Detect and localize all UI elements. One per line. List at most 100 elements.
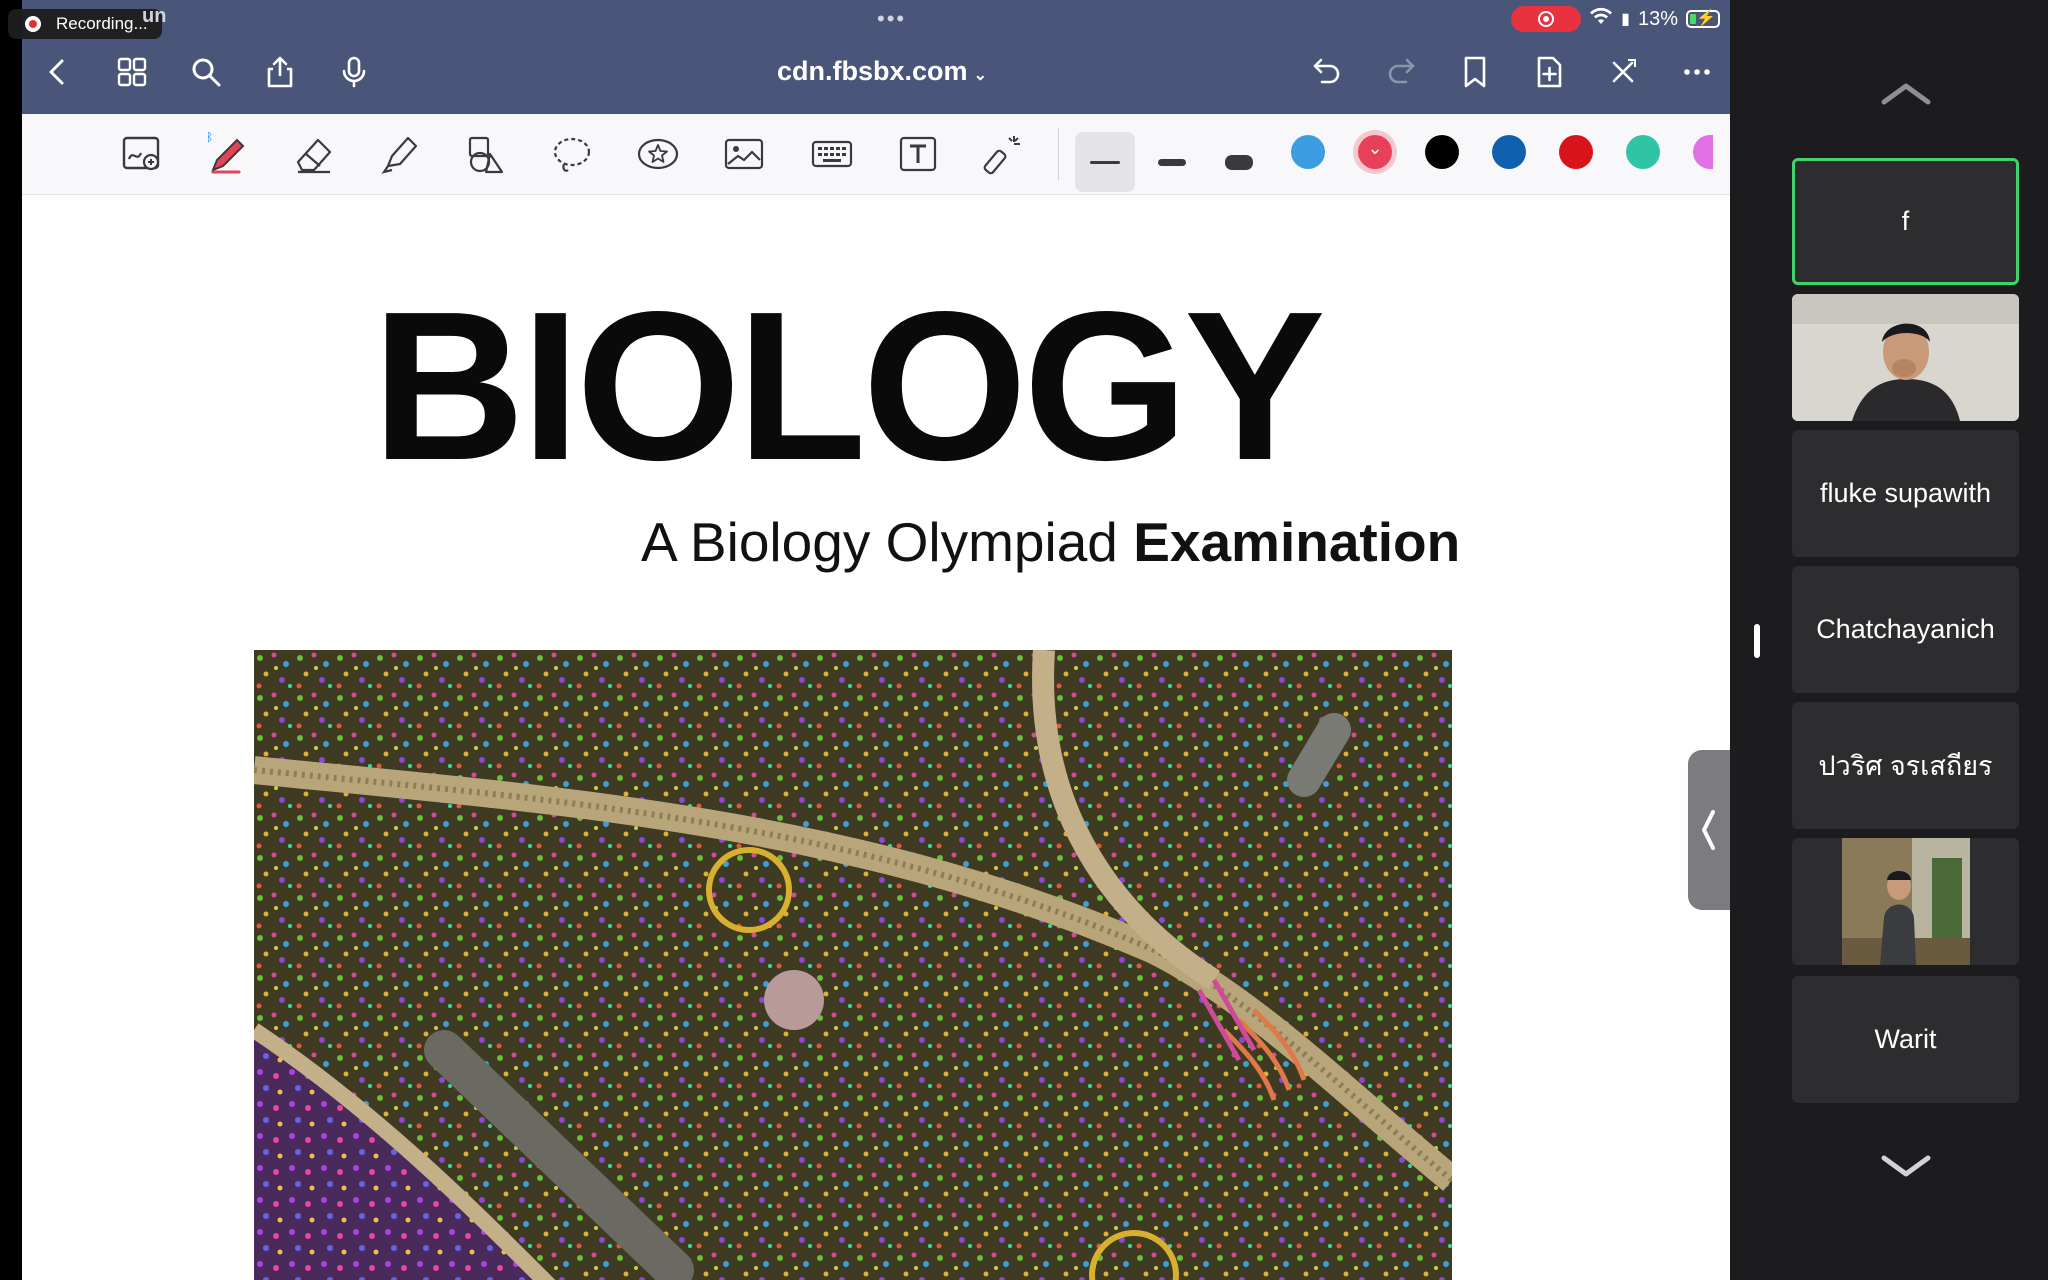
lasso-icon bbox=[553, 137, 591, 172]
status-time-date: un bbox=[142, 5, 167, 27]
stroke-thick-button[interactable] bbox=[1209, 132, 1269, 192]
cell-illustration-image bbox=[254, 650, 1452, 1280]
participant-name: ปวริศ จรเสถียร bbox=[1818, 751, 1993, 781]
image-icon bbox=[724, 138, 764, 170]
stroke-medium-button[interactable] bbox=[1142, 132, 1202, 192]
redo-button[interactable] bbox=[1379, 50, 1423, 94]
svg-text:ᛒ: ᛒ bbox=[206, 132, 213, 144]
document-page[interactable]: BIOLOGY A Biology Olympiad Examination bbox=[22, 195, 1730, 1280]
scroll-down-button[interactable] bbox=[1876, 1146, 1936, 1186]
shapes-icon bbox=[468, 136, 504, 174]
bookmark-button[interactable] bbox=[1453, 50, 1497, 94]
eraser-tool[interactable] bbox=[290, 130, 338, 178]
participant-video-tile-2[interactable] bbox=[1792, 294, 2019, 421]
participant-name: fluke supawith bbox=[1819, 478, 1992, 508]
url-title[interactable]: cdn.fbsbx.com ⌄ bbox=[762, 56, 1002, 87]
search-icon bbox=[192, 58, 221, 87]
chevron-down-icon: ⌄ bbox=[973, 67, 987, 84]
keyboard-tool[interactable] bbox=[808, 130, 856, 178]
more-icon bbox=[1684, 69, 1710, 75]
color-swatch-black[interactable] bbox=[1425, 135, 1459, 169]
close-x-icon bbox=[1612, 59, 1636, 83]
app-area: ••• ▮ 13% cdn.fbsbx.com ⌄ bbox=[0, 0, 1730, 1280]
participant-tile-5[interactable]: ปวริศ จรเสถียร bbox=[1792, 702, 2019, 829]
color-swatch-red[interactable] bbox=[1559, 135, 1593, 169]
undo-button[interactable] bbox=[1305, 50, 1349, 94]
browser-top-bar: ••• ▮ 13% cdn.fbsbx.com ⌄ bbox=[22, 0, 1730, 114]
close-tools-button[interactable] bbox=[1601, 50, 1645, 94]
undo-icon bbox=[1313, 58, 1340, 84]
pen-icon: ᛒ bbox=[206, 132, 245, 174]
sticker-tool[interactable] bbox=[634, 130, 682, 178]
color-swatch-teal[interactable] bbox=[1626, 135, 1660, 169]
sticker-icon bbox=[637, 138, 679, 170]
subtitle-regular: A Biology Olympiad bbox=[641, 511, 1134, 573]
participant-tile-3[interactable]: fluke supawith bbox=[1792, 430, 2019, 557]
shapes-tool[interactable] bbox=[462, 130, 510, 178]
toolbar-divider bbox=[1058, 128, 1059, 180]
participant-video-thumbnail bbox=[1841, 838, 1970, 965]
participant-tile-4[interactable]: Chatchayanich bbox=[1792, 566, 2019, 693]
chevron-down-icon bbox=[1881, 1155, 1931, 1177]
more-button[interactable] bbox=[1675, 50, 1719, 94]
participant-video-thumbnail bbox=[1792, 294, 2019, 421]
status-bar-right: ▮ 13% bbox=[1511, 6, 1720, 32]
participant-name: Warit bbox=[1874, 1024, 1937, 1054]
cell-illustration-art bbox=[254, 650, 1452, 1280]
bookmark-icon bbox=[1464, 56, 1486, 88]
image-tool[interactable] bbox=[720, 130, 768, 178]
add-page-icon bbox=[1537, 56, 1562, 88]
color-swatch-dark-blue[interactable] bbox=[1492, 135, 1526, 169]
laser-pointer-tool[interactable] bbox=[980, 130, 1028, 178]
participant-name: f bbox=[1901, 206, 1910, 236]
pen-tool[interactable]: ᛒ bbox=[203, 130, 251, 178]
participant-tile-7[interactable]: Warit bbox=[1792, 976, 2019, 1103]
panel-drag-handle[interactable] bbox=[1754, 624, 1760, 658]
chevron-left-icon bbox=[1702, 810, 1715, 850]
annotation-toolbar: ᛒ bbox=[22, 114, 1730, 195]
battery-percent: 13% bbox=[1637, 7, 1678, 30]
add-page-button[interactable] bbox=[1527, 50, 1571, 94]
participant-tile-1[interactable]: f bbox=[1792, 158, 2019, 285]
microphone-icon bbox=[342, 56, 366, 88]
scroll-up-button[interactable] bbox=[1876, 74, 1936, 114]
document-subtitle: A Biology Olympiad Examination bbox=[641, 510, 1460, 574]
back-icon bbox=[49, 59, 64, 85]
microphone-button[interactable] bbox=[332, 50, 376, 94]
keyboard-icon bbox=[811, 140, 853, 168]
share-button[interactable] bbox=[258, 50, 302, 94]
battery-icon bbox=[1686, 8, 1720, 28]
text-box-icon bbox=[899, 136, 937, 172]
grid-button[interactable] bbox=[110, 50, 154, 94]
text-box-tool[interactable] bbox=[894, 130, 942, 178]
url-text: cdn.fbsbx.com bbox=[777, 56, 968, 86]
multitasking-dots[interactable]: ••• bbox=[877, 6, 906, 32]
grid-icon bbox=[117, 57, 147, 87]
search-button[interactable] bbox=[184, 50, 228, 94]
eraser-icon bbox=[296, 138, 332, 174]
redo-icon bbox=[1388, 58, 1415, 84]
highlighter-tool[interactable] bbox=[376, 130, 424, 178]
subtitle-bold: Examination bbox=[1133, 511, 1461, 573]
recording-badge[interactable]: Recording... bbox=[8, 9, 162, 39]
back-button[interactable] bbox=[36, 50, 80, 94]
laser-pointer-icon bbox=[983, 136, 1020, 175]
chevron-up-icon bbox=[1881, 83, 1931, 105]
lasso-tool[interactable] bbox=[548, 130, 596, 178]
wifi-icon bbox=[1589, 6, 1613, 32]
highlighter-icon bbox=[381, 136, 418, 174]
participant-video-tile-6[interactable] bbox=[1792, 838, 2019, 965]
participant-name: Chatchayanich bbox=[1816, 614, 1995, 644]
zoom-window-tool[interactable] bbox=[118, 130, 166, 178]
recording-label: Recording... bbox=[56, 14, 148, 33]
side-panel-toggle[interactable] bbox=[1688, 750, 1730, 910]
zoom-window-icon bbox=[122, 136, 160, 171]
share-icon bbox=[267, 56, 293, 88]
color-swatch-blue[interactable] bbox=[1291, 135, 1325, 169]
record-dot-icon bbox=[25, 16, 41, 32]
stroke-thin-button[interactable] bbox=[1075, 132, 1135, 192]
document-title: BIOLOGY bbox=[372, 267, 1326, 504]
screen-recording-indicator[interactable] bbox=[1511, 6, 1582, 32]
color-swatch-pink-selected[interactable] bbox=[1358, 135, 1392, 169]
lock-rotation-icon: ▮ bbox=[1621, 11, 1630, 28]
